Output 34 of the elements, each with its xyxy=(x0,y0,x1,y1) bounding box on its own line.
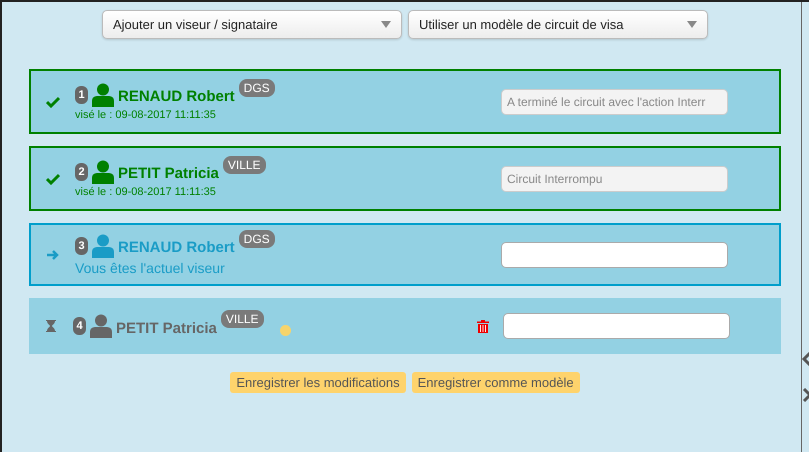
person-icon xyxy=(92,234,114,258)
visor-name: RENAUD Robert xyxy=(118,239,235,256)
entity-tag: VILLE xyxy=(222,156,266,174)
visor-name: RENAUD Robert xyxy=(118,88,235,105)
entity-tag: DGS xyxy=(238,230,275,248)
trash-icon[interactable] xyxy=(477,320,489,332)
step-number: 3 xyxy=(75,236,88,254)
entity-tag: DGS xyxy=(238,78,275,96)
dropdown[interactable]: Utiliser un modèle de circuit de visa xyxy=(408,10,708,39)
hourglass-icon xyxy=(44,319,58,333)
comment-field[interactable] xyxy=(503,313,730,339)
save-button[interactable]: Enregistrer les modifications xyxy=(230,372,406,393)
chevron-right-icon[interactable] xyxy=(802,388,809,402)
save-button[interactable]: Enregistrer comme modèle xyxy=(412,372,580,393)
chevron-left-icon[interactable] xyxy=(802,352,809,366)
arrow-right-icon xyxy=(46,248,60,262)
visor-name: PETIT Patricia xyxy=(116,320,217,336)
step-number: 4 xyxy=(73,317,86,335)
person-icon xyxy=(92,82,114,106)
caret-icon xyxy=(381,21,391,28)
visor-note: visé le : 09-08-2017 11:11:35 xyxy=(75,186,217,198)
check-icon xyxy=(46,94,60,108)
check-icon xyxy=(46,172,60,186)
comment-field[interactable] xyxy=(501,242,728,268)
visor-note: Vous êtes l'actuel viseur xyxy=(75,260,226,276)
person-icon xyxy=(90,314,112,338)
step-number: 1 xyxy=(75,86,88,104)
dropdown[interactable]: Ajouter un viseur / signataire xyxy=(102,10,402,39)
caret-icon xyxy=(687,21,697,28)
person-icon xyxy=(92,160,114,184)
visor-note: visé le : 09-08-2017 11:11:35 xyxy=(75,108,217,120)
entity-tag: VILLE xyxy=(220,310,264,328)
visor-name: PETIT Patricia xyxy=(118,165,219,182)
step-number: 2 xyxy=(75,162,88,180)
